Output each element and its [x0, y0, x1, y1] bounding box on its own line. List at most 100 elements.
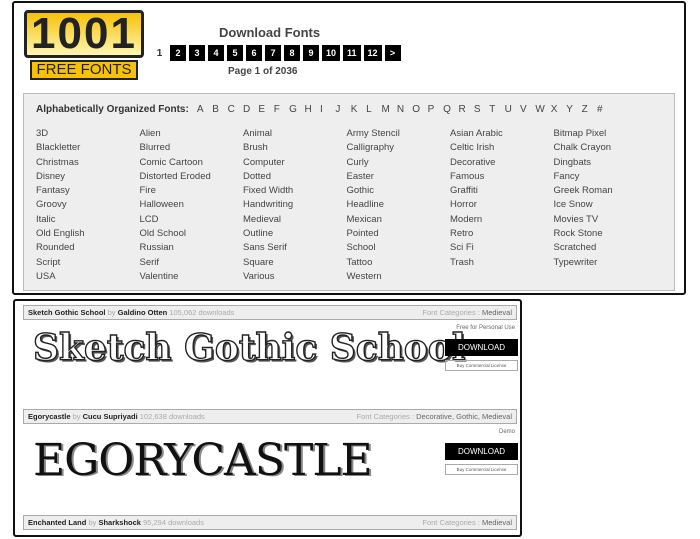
- category-link[interactable]: Easter: [347, 171, 451, 185]
- page-button-2[interactable]: 2: [170, 45, 186, 61]
- category-link[interactable]: Mexican: [347, 214, 451, 228]
- category-link[interactable]: Gothic: [347, 185, 451, 199]
- letter-link-s[interactable]: S: [474, 104, 489, 115]
- letter-link-c[interactable]: C: [228, 104, 243, 115]
- category-link[interactable]: Russian: [140, 242, 244, 256]
- page-button-7[interactable]: 7: [265, 45, 281, 61]
- category-link[interactable]: Handwriting: [243, 199, 347, 213]
- font-name-link[interactable]: Enchanted Land: [28, 518, 86, 527]
- category-link[interactable]: Groovy: [36, 199, 140, 213]
- letter-link-f[interactable]: F: [274, 104, 289, 115]
- category-link[interactable]: Retro: [450, 228, 554, 242]
- category-link[interactable]: USA: [36, 271, 140, 285]
- letter-link-a[interactable]: A: [197, 104, 212, 115]
- page-button-8[interactable]: 8: [284, 45, 300, 61]
- category-link[interactable]: Comic Cartoon: [140, 157, 244, 171]
- font-preview[interactable]: EGORYCASTLE: [33, 435, 373, 486]
- category-link[interactable]: Fire: [140, 185, 244, 199]
- letter-link-p[interactable]: P: [428, 104, 443, 115]
- category-link[interactable]: Greek Roman: [554, 185, 658, 199]
- category-link[interactable]: Sci Fi: [450, 242, 554, 256]
- category-link[interactable]: Old English: [36, 228, 140, 242]
- author-link[interactable]: Cucu Supriyadi: [83, 412, 138, 421]
- category-link[interactable]: Distorted Eroded: [140, 171, 244, 185]
- category-link[interactable]: Medieval: [243, 214, 347, 228]
- letter-link-i[interactable]: I: [320, 104, 335, 115]
- page-button-9[interactable]: 9: [303, 45, 319, 61]
- category-link[interactable]: Calligraphy: [347, 142, 451, 156]
- category-links[interactable]: Medieval: [482, 518, 512, 527]
- category-link[interactable]: Rounded: [36, 242, 140, 256]
- site-logo[interactable]: 1001 FREE FONTS: [24, 10, 144, 80]
- letter-link-d[interactable]: D: [243, 104, 258, 115]
- category-link[interactable]: Curly: [347, 157, 451, 171]
- category-link[interactable]: Alien: [140, 128, 244, 142]
- category-links[interactable]: Decorative, Gothic, Medieval: [416, 412, 512, 421]
- letter-link-g[interactable]: G: [289, 104, 304, 115]
- letter-link-j[interactable]: J: [335, 104, 350, 115]
- category-link[interactable]: Army Stencil: [347, 128, 451, 142]
- category-link[interactable]: Blurred: [140, 142, 244, 156]
- category-link[interactable]: Trash: [450, 257, 554, 271]
- category-link[interactable]: Fixed Width: [243, 185, 347, 199]
- letter-link-t[interactable]: T: [489, 104, 504, 115]
- category-link[interactable]: Square: [243, 257, 347, 271]
- font-preview[interactable]: Sketch Gothic School: [32, 326, 466, 369]
- category-link[interactable]: Famous: [450, 171, 554, 185]
- category-link[interactable]: Fancy: [554, 171, 658, 185]
- category-link[interactable]: Valentine: [140, 271, 244, 285]
- page-button-4[interactable]: 4: [208, 45, 224, 61]
- letter-link-e[interactable]: E: [258, 104, 273, 115]
- page-button-3[interactable]: 3: [189, 45, 205, 61]
- category-link[interactable]: Blackletter: [36, 142, 140, 156]
- letter-link-h[interactable]: H: [305, 104, 320, 115]
- page-button-10[interactable]: 10: [322, 45, 341, 61]
- buy-commercial-license-button[interactable]: Buy Commercial License: [445, 360, 518, 371]
- download-button[interactable]: DOWNLOAD: [445, 443, 518, 460]
- letter-link-m[interactable]: M: [382, 104, 397, 115]
- author-link[interactable]: Sharkshock: [98, 518, 141, 527]
- category-link[interactable]: Various: [243, 271, 347, 285]
- category-link[interactable]: Chalk Crayon: [554, 142, 658, 156]
- category-link[interactable]: Fantasy: [36, 185, 140, 199]
- category-links[interactable]: Medieval: [482, 308, 512, 317]
- author-link[interactable]: Galdino Otten: [118, 308, 168, 317]
- letter-link-q[interactable]: Q: [443, 104, 458, 115]
- letter-link-number[interactable]: #: [597, 104, 612, 115]
- category-link[interactable]: Ice Snow: [554, 199, 658, 213]
- page-button-5[interactable]: 5: [227, 45, 243, 61]
- letter-link-u[interactable]: U: [505, 104, 520, 115]
- category-link[interactable]: Italic: [36, 214, 140, 228]
- category-link[interactable]: School: [347, 242, 451, 256]
- letter-link-w[interactable]: W: [535, 104, 550, 115]
- category-link[interactable]: Pointed: [347, 228, 451, 242]
- category-link[interactable]: Tattoo: [347, 257, 451, 271]
- letter-link-l[interactable]: L: [366, 104, 381, 115]
- category-link[interactable]: Old School: [140, 228, 244, 242]
- category-link[interactable]: Animal: [243, 128, 347, 142]
- download-button[interactable]: DOWNLOAD: [445, 339, 518, 356]
- letter-link-n[interactable]: N: [397, 104, 412, 115]
- category-link[interactable]: Brush: [243, 142, 347, 156]
- category-link[interactable]: Asian Arabic: [450, 128, 554, 142]
- letter-link-r[interactable]: R: [458, 104, 473, 115]
- category-link[interactable]: Halloween: [140, 199, 244, 213]
- letter-link-x[interactable]: X: [551, 104, 566, 115]
- page-button-11[interactable]: 11: [343, 45, 361, 61]
- category-link[interactable]: Movies TV: [554, 214, 658, 228]
- category-link[interactable]: LCD: [140, 214, 244, 228]
- category-link[interactable]: Disney: [36, 171, 140, 185]
- category-link[interactable]: Modern: [450, 214, 554, 228]
- category-link[interactable]: 3D: [36, 128, 140, 142]
- category-link[interactable]: Outline: [243, 228, 347, 242]
- category-link[interactable]: Dingbats: [554, 157, 658, 171]
- category-link[interactable]: Rock Stone: [554, 228, 658, 242]
- category-link[interactable]: Graffiti: [450, 185, 554, 199]
- category-link[interactable]: Western: [347, 271, 451, 285]
- category-link[interactable]: Script: [36, 257, 140, 271]
- page-button-12[interactable]: 12: [363, 45, 382, 61]
- letter-link-o[interactable]: O: [412, 104, 427, 115]
- category-link[interactable]: Computer: [243, 157, 347, 171]
- category-link[interactable]: Bitmap Pixel: [554, 128, 658, 142]
- category-link[interactable]: Scratched: [554, 242, 658, 256]
